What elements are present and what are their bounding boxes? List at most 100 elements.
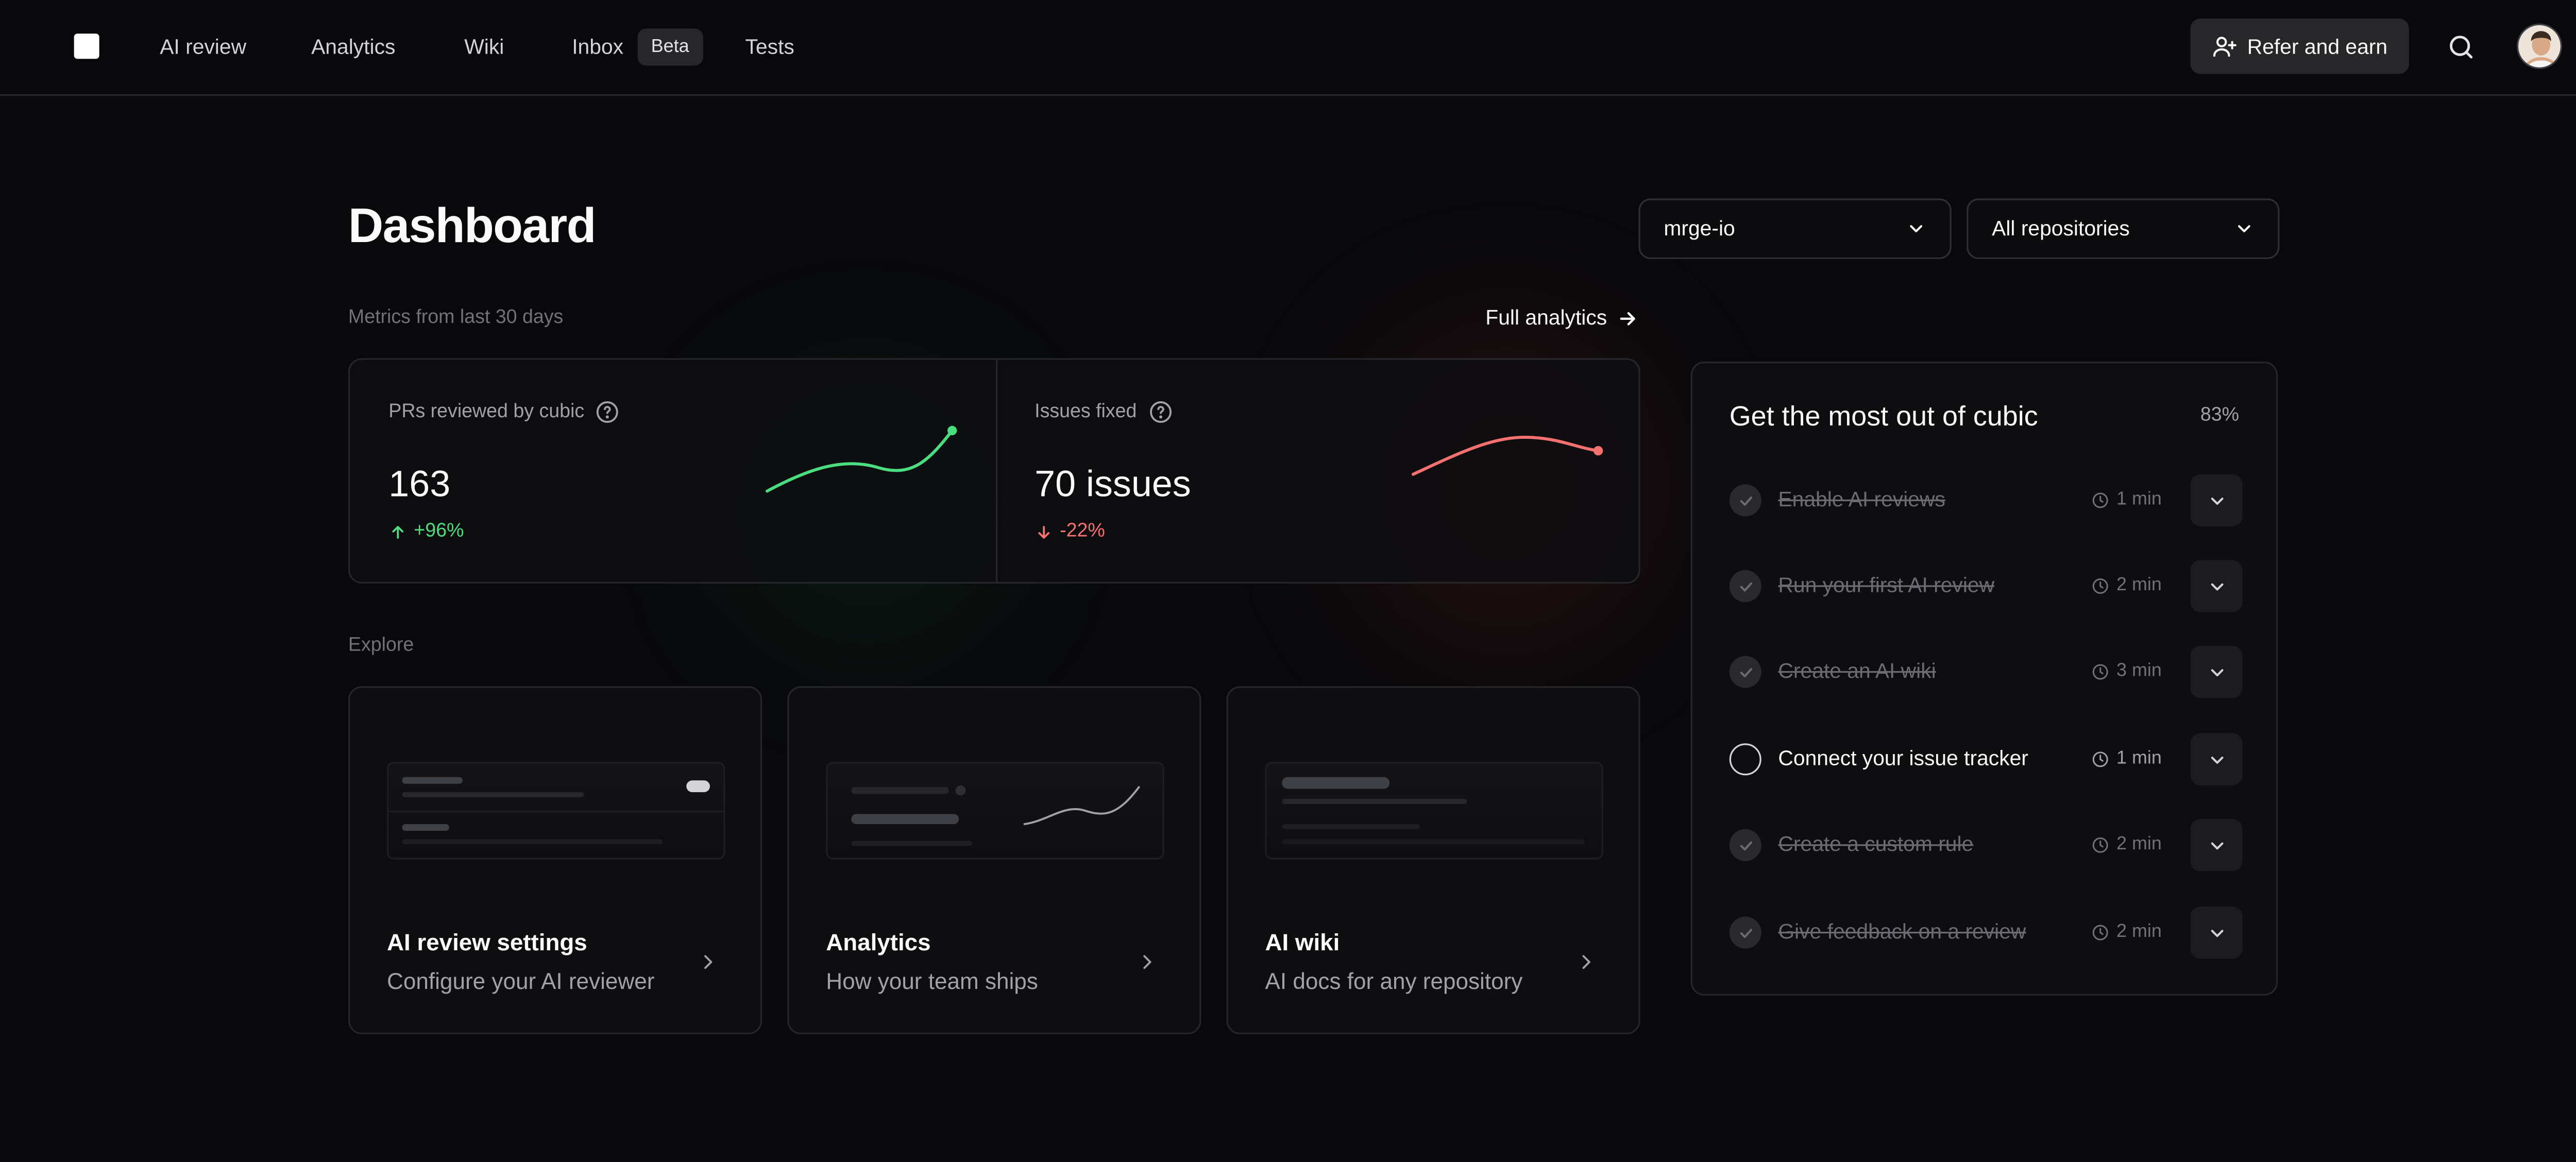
expand-task-button[interactable]: [2190, 819, 2243, 872]
card-title: AI review settings: [387, 928, 587, 955]
analytics-preview: [826, 762, 1164, 860]
arrow-right-icon: [1620, 311, 1636, 324]
task-name: Run your first AI review: [1778, 573, 1995, 597]
onboarding-panel: Get the most out of cubic 83% Enable AI …: [1690, 362, 2278, 996]
explore-section-label: Explore: [348, 636, 414, 656]
avatar[interactable]: [2516, 23, 2563, 69]
task-name: Give feedback on a review: [1778, 920, 2026, 944]
clock-icon: [2093, 491, 2108, 507]
nav-item-tests[interactable]: Tests: [745, 33, 794, 60]
chevron-right-icon: [1143, 955, 1151, 969]
task-time: 1 min: [2116, 748, 2162, 769]
metric-label: PRs reviewed by cubic: [388, 402, 585, 422]
onboarding-progress: 83%: [2200, 405, 2240, 426]
task-time: 2 min: [2116, 834, 2162, 855]
chevron-down-icon: [2210, 841, 2223, 849]
task-time: 2 min: [2116, 921, 2162, 942]
task-time: 1 min: [2116, 489, 2162, 510]
nav-item-wiki[interactable]: Wiki: [464, 33, 504, 60]
check-icon[interactable]: [1729, 829, 1761, 861]
clock-icon: [2093, 924, 2108, 939]
expand-task-button[interactable]: [2190, 645, 2243, 698]
wiki-preview: [1265, 762, 1603, 860]
check-icon[interactable]: [1729, 656, 1761, 688]
task-run-first-ai-review[interactable]: Run your first AI review 2 min: [1729, 560, 2243, 612]
metric-prs-reviewed: PRs reviewed by cubic 163 +96%: [350, 360, 996, 586]
check-icon[interactable]: [1729, 570, 1761, 602]
explore-card-analytics[interactable]: Analytics How your team ships: [787, 686, 1201, 1035]
settings-preview: [387, 762, 725, 860]
chevron-down-icon: [2210, 668, 2223, 676]
onboarding-title: Get the most out of cubic: [1729, 402, 2038, 433]
expand-task-button[interactable]: [2190, 560, 2243, 612]
task-name: Connect your issue tracker: [1778, 746, 2028, 771]
refer-and-earn-button[interactable]: Refer and earn: [2190, 18, 2409, 74]
help-icon[interactable]: [596, 400, 620, 424]
clock-icon: [2093, 663, 2108, 679]
metric-label: Issues fixed: [1035, 402, 1137, 422]
card-description: Configure your AI reviewer: [387, 968, 655, 994]
chevron-down-icon: [2238, 225, 2250, 233]
square-logo-icon[interactable]: [74, 33, 99, 59]
metric-value: 70 issues: [1035, 462, 1191, 505]
task-give-feedback[interactable]: Give feedback on a review 2 min: [1729, 906, 2243, 959]
chevron-down-icon: [2210, 497, 2223, 504]
task-time: 3 min: [2116, 661, 2162, 681]
chevron-down-icon: [1910, 225, 1923, 233]
clock-icon: [2093, 836, 2108, 852]
nav-item-inbox[interactable]: Inbox: [572, 33, 623, 60]
expand-task-button[interactable]: [2190, 474, 2243, 527]
full-analytics-label: Full analytics: [1485, 306, 1607, 330]
page-title: Dashboard: [348, 200, 597, 254]
task-enable-ai-reviews[interactable]: Enable AI reviews 1 min: [1729, 474, 2243, 527]
nav-item-ai-review[interactable]: AI review: [160, 33, 246, 60]
clock-icon: [2093, 750, 2108, 766]
expand-task-button[interactable]: [2190, 906, 2243, 959]
metrics-card: PRs reviewed by cubic 163 +96% Issues fi…: [348, 358, 1640, 584]
chevron-right-icon: [704, 955, 713, 969]
nav-item-analytics[interactable]: Analytics: [311, 33, 395, 60]
clock-icon: [2093, 577, 2108, 593]
explore-card-ai-wiki[interactable]: AI wiki AI docs for any repository: [1226, 686, 1640, 1035]
user-plus-icon: [2213, 37, 2236, 57]
task-connect-issue-tracker[interactable]: Connect your issue tracker 1 min: [1729, 733, 2243, 785]
task-create-ai-wiki[interactable]: Create an AI wiki 3 min: [1729, 645, 2243, 698]
check-icon[interactable]: [1729, 916, 1761, 949]
refer-label: Refer and earn: [2247, 34, 2388, 58]
expand-task-button[interactable]: [2190, 733, 2243, 785]
repository-select[interactable]: All repositories: [1967, 198, 2280, 259]
check-icon[interactable]: [1729, 484, 1761, 517]
card-title: AI wiki: [1265, 928, 1340, 955]
full-analytics-link[interactable]: Full analytics: [1485, 306, 1639, 330]
chevron-down-icon: [2210, 929, 2223, 936]
sparkline-red: [1411, 436, 1603, 476]
metrics-section-label: Metrics from last 30 days: [348, 307, 564, 328]
chevron-right-icon: [1582, 955, 1590, 969]
sparkline-green: [766, 425, 957, 493]
card-description: How your team ships: [826, 968, 1038, 994]
beta-badge: Beta: [637, 28, 703, 66]
metric-issues-fixed: Issues fixed 70 issues -22%: [996, 360, 1642, 586]
card-description: AI docs for any repository: [1265, 968, 1523, 994]
metric-delta: -22%: [1060, 521, 1105, 542]
top-navigation: AI review Analytics Wiki Inbox Beta Test…: [0, 0, 2576, 96]
arrow-up-icon: [392, 525, 404, 538]
metric-delta: +96%: [414, 521, 464, 542]
arrow-down-icon: [1038, 525, 1049, 538]
task-name: Create a custom rule: [1778, 832, 1974, 857]
card-title: Analytics: [826, 928, 931, 955]
search-icon[interactable]: [2446, 32, 2477, 62]
chevron-down-icon: [2210, 756, 2223, 763]
organization-select-value: mrge-io: [1664, 217, 1735, 241]
organization-select[interactable]: mrge-io: [1638, 198, 1952, 259]
chevron-down-icon: [2210, 583, 2223, 590]
task-create-custom-rule[interactable]: Create a custom rule 2 min: [1729, 819, 2243, 872]
help-icon[interactable]: [1148, 400, 1172, 424]
repository-select-value: All repositories: [1992, 217, 2130, 241]
task-name: Create an AI wiki: [1778, 659, 1936, 683]
task-time: 2 min: [2116, 575, 2162, 595]
explore-card-ai-review-settings[interactable]: AI review settings Configure your AI rev…: [348, 686, 762, 1035]
task-name: Enable AI reviews: [1778, 487, 1945, 511]
circle-icon[interactable]: [1729, 743, 1761, 776]
metric-value: 163: [388, 462, 451, 505]
